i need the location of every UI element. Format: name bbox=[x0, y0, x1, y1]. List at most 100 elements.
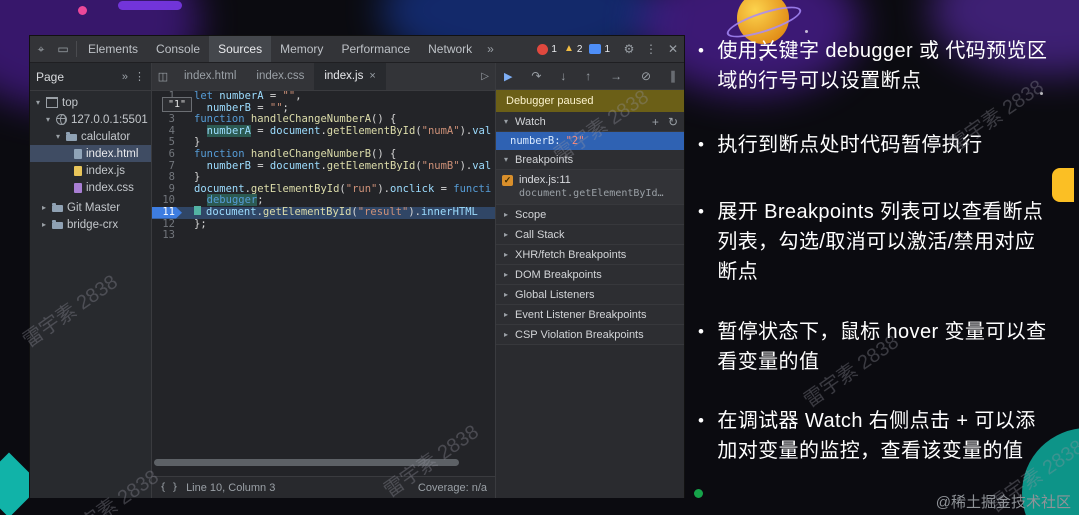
watch-title: Watch bbox=[515, 115, 546, 128]
watch-expression-row[interactable]: numberB: "2" bbox=[496, 132, 684, 150]
twisty-icon[interactable]: ▾ bbox=[44, 115, 52, 124]
html-file-icon bbox=[74, 148, 82, 159]
add-watch-icon[interactable]: + bbox=[652, 115, 659, 129]
line-number[interactable]: 13 bbox=[152, 230, 182, 242]
devtools-window: ⌖ ▭ Elements Console Sources Memory Perf… bbox=[30, 36, 684, 498]
line-number[interactable]: 4 bbox=[152, 125, 182, 138]
breakpoints-section-header[interactable]: ▾ Breakpoints bbox=[496, 150, 684, 170]
debugger-sidebar: ▶ ↷ ↓ ↑ → ⊘ ∥ Debugger paused ▾ Watch + … bbox=[496, 63, 684, 498]
code-text: numberB = document.getElementById("numB"… bbox=[206, 159, 492, 172]
tree-label: index.js bbox=[86, 164, 125, 177]
breakpoint-checkbox[interactable]: ✓ bbox=[502, 174, 513, 186]
tree-item-index-js[interactable]: index.js bbox=[30, 162, 151, 179]
breakpoint-entry[interactable]: ✓ index.js:11 document.getElementById… bbox=[496, 170, 684, 205]
section-title: DOM Breakpoints bbox=[515, 268, 602, 281]
message-count: 1 bbox=[604, 43, 610, 55]
line-number[interactable]: 10 bbox=[152, 195, 182, 207]
tab-close-icon[interactable]: × bbox=[369, 63, 375, 90]
line-number[interactable]: 6 bbox=[152, 148, 182, 161]
warning-count: 2 bbox=[576, 43, 583, 55]
watch-name: numberB: bbox=[510, 135, 561, 147]
global-listeners-section-header[interactable]: ▸ Global Listeners bbox=[496, 285, 684, 305]
editor-tab-index-css[interactable]: index.css bbox=[246, 63, 314, 90]
tab-network[interactable]: Network bbox=[419, 36, 481, 62]
tab-console[interactable]: Console bbox=[147, 36, 209, 62]
close-icon[interactable]: ✕ bbox=[662, 42, 684, 56]
dom-breakpoints-section-header[interactable]: ▸ DOM Breakpoints bbox=[496, 265, 684, 285]
navigator-kebab-icon[interactable]: ⋮ bbox=[134, 70, 145, 83]
step-over-icon[interactable]: ↷ bbox=[531, 69, 541, 83]
navigator-more-icon[interactable]: » bbox=[122, 71, 128, 83]
resume-script-icon[interactable]: ▶ bbox=[504, 70, 512, 83]
more-tabs-icon[interactable]: » bbox=[481, 42, 500, 56]
folder-icon bbox=[66, 132, 77, 141]
step-into-icon[interactable]: ↓ bbox=[560, 69, 566, 83]
tab-performance[interactable]: Performance bbox=[332, 36, 419, 62]
tree-label: calculator bbox=[81, 130, 131, 143]
tree-item-git-master[interactable]: ▸ Git Master bbox=[30, 199, 151, 216]
note-text: 在调试器 Watch 右侧点击 + 可以添加对变量的监控，查看该变量的值 bbox=[717, 410, 1036, 462]
navigator-tab-page[interactable]: Page bbox=[36, 70, 64, 84]
tree-item-bridge-crx[interactable]: ▸ bridge-crx bbox=[30, 216, 151, 233]
refresh-watch-icon[interactable]: ↻ bbox=[668, 115, 678, 129]
breakpoint-line-number[interactable]: 11 bbox=[152, 206, 182, 219]
twisty-icon[interactable]: ▾ bbox=[54, 132, 62, 141]
chevron-right-icon: ▸ bbox=[503, 250, 508, 259]
tree-item-top[interactable]: ▾ top bbox=[30, 94, 151, 111]
warning-icon[interactable]: ▲ bbox=[564, 44, 574, 54]
tree-item-index-html[interactable]: index.html bbox=[30, 145, 151, 162]
settings-gear-icon[interactable]: ⚙ bbox=[618, 42, 640, 56]
breakpoints-title: Breakpoints bbox=[515, 153, 574, 166]
error-icon[interactable] bbox=[537, 43, 549, 55]
xhr-breakpoints-section-header[interactable]: ▸ XHR/fetch Breakpoints bbox=[496, 245, 684, 265]
twisty-icon[interactable]: ▸ bbox=[40, 203, 48, 212]
line-number[interactable]: 5 bbox=[152, 137, 182, 149]
code-line: 4 numberA = document.getElementById("num… bbox=[152, 124, 495, 138]
editor-tab-strip: ◫ index.html index.css index.js × ▷ bbox=[152, 63, 495, 91]
tab-elements[interactable]: Elements bbox=[79, 36, 147, 62]
line-number[interactable]: 7 bbox=[152, 160, 182, 173]
twisty-icon[interactable]: ▾ bbox=[34, 98, 42, 107]
deactivate-breakpoints-icon[interactable]: ⊘ bbox=[641, 69, 651, 83]
editor-tab-index-js[interactable]: index.js × bbox=[314, 63, 386, 90]
watch-section-header[interactable]: ▾ Watch + ↻ bbox=[496, 112, 684, 132]
tab-sources[interactable]: Sources bbox=[209, 36, 272, 62]
kebab-menu-icon[interactable]: ⋮ bbox=[640, 42, 662, 56]
tree-label: index.css bbox=[86, 181, 134, 194]
variable-value-tooltip: "1" bbox=[162, 97, 193, 112]
bullet-icon: • bbox=[698, 411, 705, 430]
line-number[interactable]: 8 bbox=[152, 172, 182, 184]
twisty-icon[interactable]: ▸ bbox=[40, 220, 48, 229]
navigator-toggle-icon[interactable]: ◫ bbox=[152, 70, 174, 83]
note-text: 使用关键字 debugger 或 代码预览区域的行号可以设置断点 bbox=[717, 40, 1048, 92]
line-number[interactable]: 3 bbox=[152, 114, 182, 126]
note-item: • 暂停状态下，鼠标 hover 变量可以查看变量的值 bbox=[698, 317, 1055, 377]
inspect-icon[interactable]: ⌖ bbox=[30, 42, 52, 57]
tree-item-index-css[interactable]: index.css bbox=[30, 179, 151, 196]
code-editor[interactable]: 1let numberA = "",2 numberB = "";3functi… bbox=[152, 91, 495, 476]
step-icon[interactable]: → bbox=[610, 69, 622, 83]
pause-on-exceptions-icon[interactable]: ∥ bbox=[670, 69, 676, 83]
screen: 雷宇素 2838 雷宇素 2838 雷宇素 2838 雷宇素 2838 雷宇素 … bbox=[0, 0, 1079, 515]
tree-item-calculator[interactable]: ▾ calculator bbox=[30, 128, 151, 145]
event-listener-breakpoints-section-header[interactable]: ▸ Event Listener Breakpoints bbox=[496, 305, 684, 325]
devtools-toolbar: ⌖ ▭ Elements Console Sources Memory Perf… bbox=[30, 36, 684, 63]
scope-section-header[interactable]: ▸ Scope bbox=[496, 205, 684, 225]
section-title: Call Stack bbox=[515, 228, 565, 241]
call-stack-section-header[interactable]: ▸ Call Stack bbox=[496, 225, 684, 245]
bullet-icon: • bbox=[698, 322, 705, 341]
chevron-down-icon: ▾ bbox=[503, 155, 508, 164]
tab-overflow-icon[interactable]: ▷ bbox=[475, 71, 495, 82]
bullet-icon: • bbox=[698, 202, 705, 221]
csp-violation-breakpoints-section-header[interactable]: ▸ CSP Violation Breakpoints bbox=[496, 325, 684, 345]
device-toolbar-icon[interactable]: ▭ bbox=[52, 42, 74, 56]
horizontal-scrollbar[interactable] bbox=[154, 459, 459, 466]
editor-tab-index-html[interactable]: index.html bbox=[174, 63, 246, 90]
tree-item-origin[interactable]: ▾ 127.0.0.1:5501 bbox=[30, 111, 151, 128]
step-out-icon[interactable]: ↑ bbox=[585, 69, 591, 83]
code-lines: 1let numberA = "",2 numberB = "";3functi… bbox=[152, 91, 495, 242]
messages-icon[interactable] bbox=[589, 44, 602, 54]
tab-memory[interactable]: Memory bbox=[271, 36, 332, 62]
pretty-print-icon[interactable]: { } bbox=[160, 482, 178, 493]
note-item: • 执行到断点处时代码暂停执行 bbox=[698, 130, 1055, 160]
